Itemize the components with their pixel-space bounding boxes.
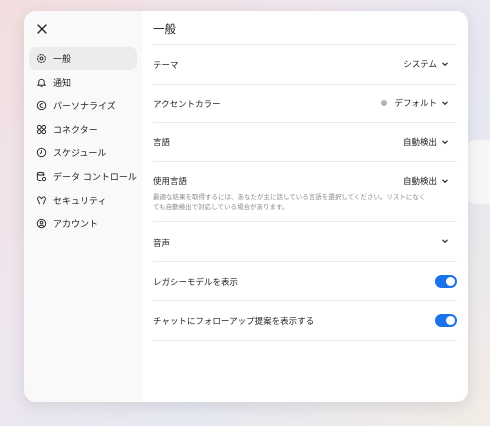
voice-label: 音声: [153, 239, 171, 249]
sidebar-item-label: パーソナライズ: [53, 102, 116, 113]
sidebar-item-personalize[interactable]: パーソナライズ: [29, 94, 137, 117]
accent-color-value: デフォルト: [394, 99, 437, 109]
spoken-language-dropdown[interactable]: 自動検出: [403, 175, 449, 187]
follow-up-toggle[interactable]: [435, 314, 457, 327]
sidebar-item-data-controls[interactable]: データ コントロール: [29, 165, 137, 188]
data-control-icon: [35, 170, 47, 182]
sidebar-item-label: 通知: [53, 78, 72, 89]
page-title: 一般: [153, 22, 176, 36]
language-value: 自動検出: [402, 138, 437, 148]
accent-color-dropdown[interactable]: デフォルト: [381, 97, 449, 109]
bell-icon: [35, 76, 47, 88]
theme-label: テーマ: [153, 61, 179, 71]
personalize-icon: [35, 100, 47, 112]
chevron-down-icon: [441, 99, 449, 107]
sidebar-item-security[interactable]: セキュリティ: [29, 189, 137, 212]
sidebar-item-label: セキュリティ: [53, 196, 107, 207]
close-button[interactable]: [34, 21, 50, 37]
voice-dropdown[interactable]: [437, 237, 449, 245]
sidebar-item-account[interactable]: アカウント: [29, 212, 137, 235]
background-panel-edge: [468, 140, 490, 204]
chevron-down-icon: [441, 60, 449, 68]
language-dropdown[interactable]: 自動検出: [403, 136, 449, 148]
accent-color-row: アクセントカラー デフォルト: [153, 85, 457, 123]
follow-up-label: チャットにフォローアップ提案を表示する: [153, 317, 315, 327]
legacy-models-row: レガシーモデルを表示: [153, 262, 457, 301]
sidebar-item-connectors[interactable]: コネクター: [29, 118, 137, 141]
sidebar-item-label: データ コントロール: [53, 172, 137, 183]
settings-dialog: 一般 通知 パーソナライズ コネクター スケジュール データ コントロール セキ…: [24, 11, 468, 402]
sidebar-item-label: 一般: [53, 55, 72, 65]
sidebar-item-general[interactable]: 一般: [29, 47, 137, 70]
sidebar-item-notifications[interactable]: 通知: [29, 71, 137, 94]
theme-dropdown[interactable]: システム: [403, 58, 449, 70]
accent-color-label: アクセントカラー: [153, 100, 221, 110]
language-row: 言語 自動検出: [153, 123, 457, 162]
spoken-language-row: 使用言語 自動検出 最適な結果を取得するには、あなたが主に話している言語を選択し…: [153, 162, 457, 222]
sidebar-item-label: スケジュール: [53, 149, 107, 160]
legacy-models-toggle[interactable]: [435, 275, 457, 288]
accent-color-swatch: [381, 100, 388, 106]
toggle-knob: [446, 277, 455, 286]
clock-icon: [35, 147, 47, 159]
language-label: 言語: [153, 138, 171, 148]
settings-content: 一般 テーマ システム アクセントカラー デフォルト 言語 自動検出 使用言語 …: [142, 11, 468, 402]
connector-icon: [35, 123, 47, 135]
chevron-down-icon: [441, 237, 449, 245]
sidebar-item-schedule[interactable]: スケジュール: [29, 141, 137, 164]
sidebar-item-label: アカウント: [53, 220, 99, 231]
follow-up-row: チャットにフォローアップ提案を表示する: [153, 301, 457, 341]
spoken-language-label: 使用言語: [153, 177, 188, 187]
security-icon: [35, 194, 47, 206]
toggle-knob: [446, 316, 455, 325]
account-icon: [35, 218, 47, 230]
settings-sidebar: 一般 通知 パーソナライズ コネクター スケジュール データ コントロール セキ…: [24, 11, 142, 402]
legacy-models-label: レガシーモデルを表示: [153, 278, 239, 288]
close-icon: [37, 24, 47, 34]
gear-icon: [35, 53, 47, 65]
sidebar-item-label: コネクター: [53, 125, 98, 136]
spoken-language-value: 自動検出: [402, 177, 437, 187]
settings-nav: 一般 通知 パーソナライズ コネクター スケジュール データ コントロール セキ…: [29, 47, 137, 236]
theme-value: システム: [403, 60, 437, 70]
chevron-down-icon: [441, 138, 449, 146]
voice-row: 音声: [153, 222, 457, 262]
theme-row: テーマ システム: [153, 45, 457, 85]
spoken-language-description: 最適な結果を取得するには、あなたが主に話している言語を選択してください。リストに…: [153, 193, 426, 211]
chevron-down-icon: [441, 177, 449, 185]
